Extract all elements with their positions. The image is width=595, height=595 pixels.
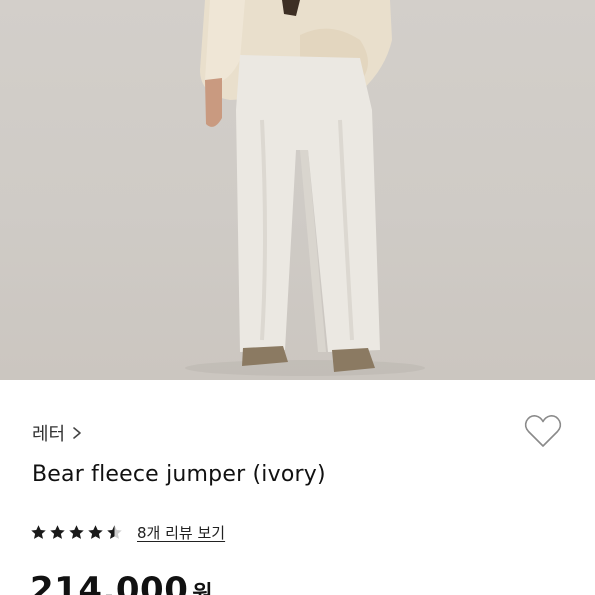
heart-outline-icon [524,415,562,447]
price-row: 214,000 원 [30,570,213,595]
star-icon [88,525,103,539]
price-value: 214,000 [30,570,189,595]
product-photo[interactable] [0,0,595,380]
chevron-right-icon [73,427,81,439]
model-illustration [185,0,425,376]
star-icon [50,525,65,539]
price-currency: 원 [192,582,213,595]
rating-row: 8개 리뷰 보기 [30,522,225,543]
star-rating [30,524,123,541]
star-icon [69,525,84,539]
brand-name: 레터 [32,424,66,445]
brand-link[interactable]: 레터 [32,420,83,446]
wishlist-button[interactable] [522,412,564,450]
star-half-icon [107,525,122,539]
product-info-panel: 레터 Bear fleece jumper (ivory) 8개 리뷰 보기 2… [0,380,595,595]
star-icon [31,525,46,539]
product-title: Bear fleece jumper (ivory) [32,462,326,487]
review-link[interactable]: 8개 리뷰 보기 [137,522,225,543]
